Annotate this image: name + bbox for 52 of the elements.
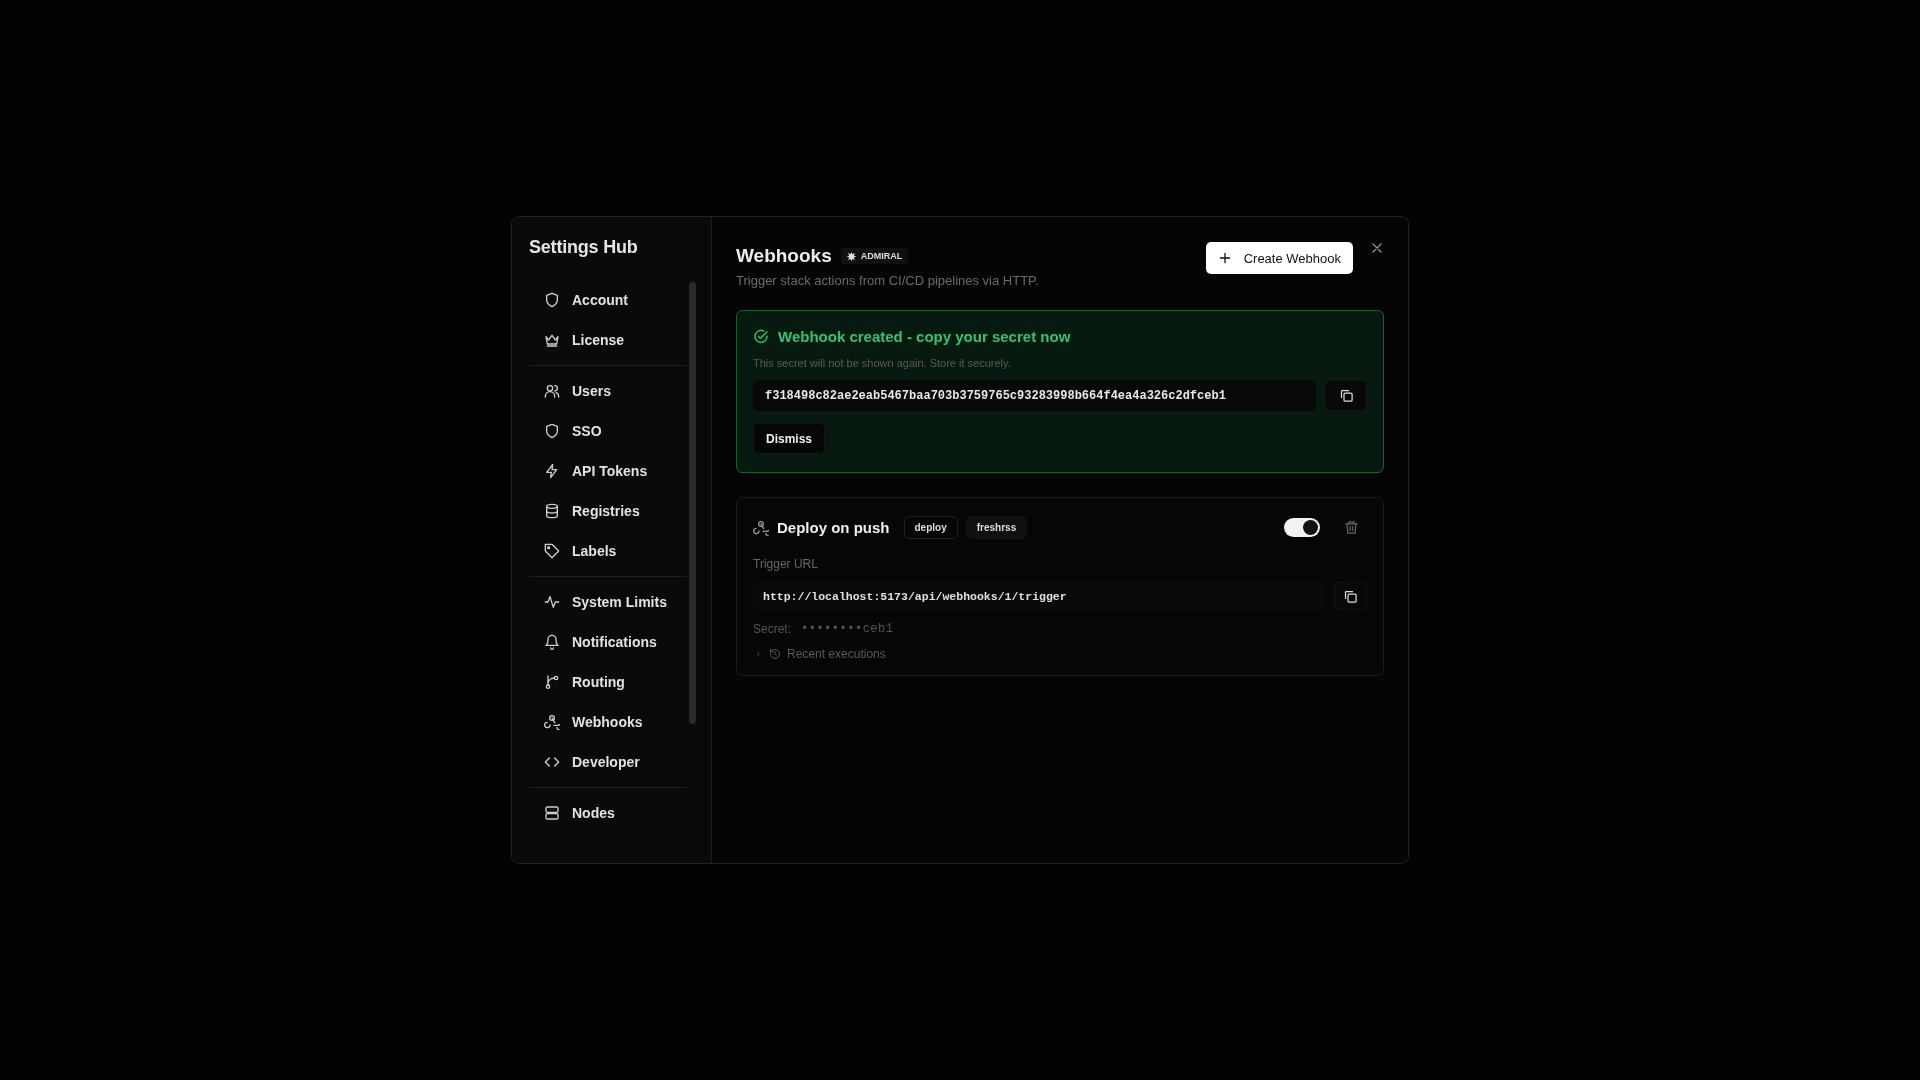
create-webhook-button[interactable]: Create Webhook: [1205, 242, 1353, 274]
toggle-switch[interactable]: [1284, 518, 1320, 537]
server-icon: [544, 805, 560, 821]
check-circle-icon: [753, 328, 769, 345]
secret-field[interactable]: f318498c82ae2eab5467baa703b3759765c93283998b664f4ea4a326c2dfceb1: [753, 380, 1316, 411]
database-icon: [544, 503, 560, 519]
nav-item[interactable]: License: [529, 320, 687, 360]
copy-button[interactable]: [1325, 380, 1367, 411]
copy-icon: [1338, 388, 1354, 403]
branch-icon: [544, 674, 560, 690]
tag-icon: [544, 543, 560, 559]
nav-item[interactable]: API Tokens: [529, 451, 687, 491]
bell-icon: [544, 634, 560, 650]
nav-item[interactable]: Developer: [529, 742, 687, 782]
page-title: Webhooks: [736, 245, 832, 267]
dialog-title: Settings Hub: [529, 237, 639, 258]
crown-icon: [544, 332, 560, 348]
lightning-icon: [544, 463, 560, 479]
nav-item[interactable]: Registries: [529, 491, 687, 531]
nav-item[interactable]: Routing: [529, 662, 687, 702]
nav-item[interactable]: System Limits: [529, 582, 687, 622]
nav-item[interactable]: Nodes: [529, 793, 687, 833]
shield-icon: [544, 423, 560, 439]
dismiss-button[interactable]: Dismiss: [753, 423, 826, 454]
delete-icon[interactable]: [1344, 520, 1359, 535]
history-icon: [769, 648, 781, 660]
nav-item[interactable]: SSO: [529, 411, 687, 451]
nav-item[interactable]: Webhooks: [529, 702, 687, 742]
nav-item[interactable]: Notifications: [529, 622, 687, 662]
scrollbar[interactable]: [689, 282, 696, 724]
tag: deploy: [903, 516, 958, 539]
shield-icon: [544, 292, 560, 308]
tag: freshrss: [965, 516, 1028, 539]
success-message: This secret will not be shown again. Store it securely.: [753, 357, 1012, 369]
pulse-icon: [544, 594, 560, 610]
masked-secret: ••••••••ceb1: [801, 622, 894, 636]
success-title: Webhook created - copy your secret now: [778, 328, 1071, 345]
nav-item[interactable]: Labels: [529, 531, 687, 571]
page-subtitle: Trigger stack actions from CI/CD pipelines via HTTP.: [736, 273, 1040, 288]
badge-label: ADMIRAL: [860, 251, 903, 261]
webhook-name: Deploy on push: [777, 519, 890, 536]
url-field[interactable]: http://localhost:5173/api/webhooks/1/trigger: [753, 582, 1325, 610]
copy-button[interactable]: [1334, 582, 1367, 610]
field-label: Trigger URL: [753, 557, 819, 571]
nav-item[interactable]: Account: [529, 280, 687, 320]
nav-item[interactable]: Users: [529, 371, 687, 411]
copy-icon: [1343, 588, 1358, 604]
code-icon: [544, 754, 560, 770]
secret-label: Secret:: [753, 622, 791, 636]
close-icon[interactable]: [1370, 241, 1384, 255]
plus-icon: [1217, 251, 1232, 265]
users-icon: [544, 383, 560, 399]
